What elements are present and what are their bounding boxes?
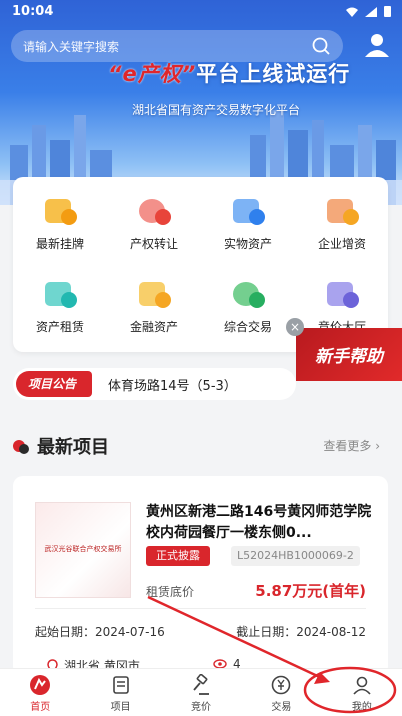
financial-asset-icon: [135, 276, 173, 310]
tab-bidding[interactable]: 竞价: [161, 669, 241, 716]
menu-item-asset-lease[interactable]: 资产租赁: [13, 260, 107, 335]
price-value: 5.87万元(首年): [255, 582, 366, 600]
tab-label: 我的: [351, 702, 372, 713]
tab-mine[interactable]: 我的: [322, 669, 402, 716]
project-card[interactable]: 武汉光谷联合产权交易所 黄州区新港二路146号黄冈师范学院校内荷园餐厅一楼东侧0…: [13, 476, 388, 676]
comprehensive-trade-icon: [229, 276, 267, 310]
tab-label: 首页: [30, 702, 51, 713]
tab-home[interactable]: 首页: [0, 669, 80, 716]
bottom-tab-bar: 首页 项目 竞价 交易 我的: [0, 668, 402, 716]
menu-item-new-listing[interactable]: 最新挂牌: [13, 177, 107, 252]
tab-trade[interactable]: 交易: [241, 669, 321, 716]
status-badge: 正式披露: [146, 546, 210, 566]
menu-item-physical-asset[interactable]: 实物资产: [201, 177, 295, 252]
wifi-icon: [346, 7, 358, 17]
tab-projects[interactable]: 项目: [80, 669, 160, 716]
tab-label: 项目: [110, 702, 131, 713]
menu-item-label: 资产租赁: [35, 320, 84, 334]
banner-subtitle: 湖北省国有资产交易数字化平台: [132, 103, 301, 117]
menu-item-label: 金融资产: [129, 320, 178, 334]
capital-increase-icon: [323, 193, 361, 227]
search-placeholder: 请输入关键字搜索: [23, 39, 120, 54]
latest-projects-header: 最新项目 查看更多 ›: [13, 432, 388, 460]
menu-item-financial-asset[interactable]: 金融资产: [107, 260, 201, 335]
projects-icon: [112, 676, 129, 694]
project-code: L52024HB1000069-2: [231, 546, 360, 566]
user-icon: [353, 676, 371, 695]
section-title: 最新项目: [37, 437, 109, 458]
status-bar: 10:04: [0, 0, 402, 26]
notice-text[interactable]: 体育场路14号（5-3）: [108, 375, 237, 394]
signal-icon: [365, 6, 377, 17]
physical-asset-icon: [229, 193, 267, 227]
divider: [35, 608, 366, 609]
auction-hall-icon: [323, 276, 361, 310]
project-thumbnail-text: 武汉光谷联合产权交易所: [44, 545, 122, 554]
equity-transfer-icon: [135, 193, 173, 227]
start-date: 起始日期：2024-07-16: [35, 625, 165, 639]
notice-tag: 项目公告: [16, 371, 93, 397]
project-title[interactable]: 黄州区新港二路146号黄冈师范学院校内荷园餐厅一楼东侧0...: [146, 502, 374, 544]
menu-item-label: 产权转让: [129, 237, 178, 251]
tab-label: 竞价: [191, 702, 212, 713]
asset-lease-icon: [41, 276, 79, 310]
menu-item-capital-increase[interactable]: 企业增资: [295, 177, 389, 252]
section-dot-icon: [19, 444, 29, 454]
menu-item-comprehensive-trade[interactable]: 综合交易: [201, 260, 295, 335]
help-close-button[interactable]: ×: [286, 318, 304, 336]
home-logo-icon: [30, 675, 51, 695]
status-time: 10:04: [12, 4, 54, 19]
slogan-brand: “e产权”: [108, 62, 197, 86]
tab-label: 交易: [271, 702, 292, 713]
banner-slogan: “e产权”平台上线试运行: [108, 58, 350, 88]
user-profile-icon[interactable]: [362, 30, 392, 60]
category-menu: 最新挂牌 产权转让 实物资产 企业增资 资产租赁 金融资产 综合交易 竞价大厅: [13, 177, 388, 352]
view-more-link[interactable]: 查看更多 ›: [323, 437, 380, 454]
slogan-rest: 平台上线试运行: [196, 62, 351, 86]
project-notice-bar[interactable]: 项目公告 体育场路14号（5-3）: [13, 368, 296, 400]
menu-item-label: 实物资产: [223, 237, 272, 251]
project-thumbnail: 武汉光谷联合产权交易所: [35, 502, 131, 598]
new-listing-icon: [41, 193, 79, 227]
menu-item-label: 综合交易: [223, 320, 272, 334]
search-icon[interactable]: [311, 36, 331, 56]
menu-item-auction-hall[interactable]: 竞价大厅: [295, 260, 389, 335]
menu-item-label: 最新挂牌: [35, 237, 84, 251]
price-label: 租赁底价: [146, 585, 195, 599]
menu-item-label: 企业增资: [317, 237, 366, 251]
end-date: 截止日期：2024-08-12: [236, 625, 366, 639]
battery-icon: [384, 6, 391, 17]
gavel-icon: [193, 674, 210, 695]
yuan-exchange-icon: [272, 675, 291, 695]
beginner-help-button[interactable]: 新手帮助: [296, 328, 402, 381]
menu-item-equity-transfer[interactable]: 产权转让: [107, 177, 201, 252]
